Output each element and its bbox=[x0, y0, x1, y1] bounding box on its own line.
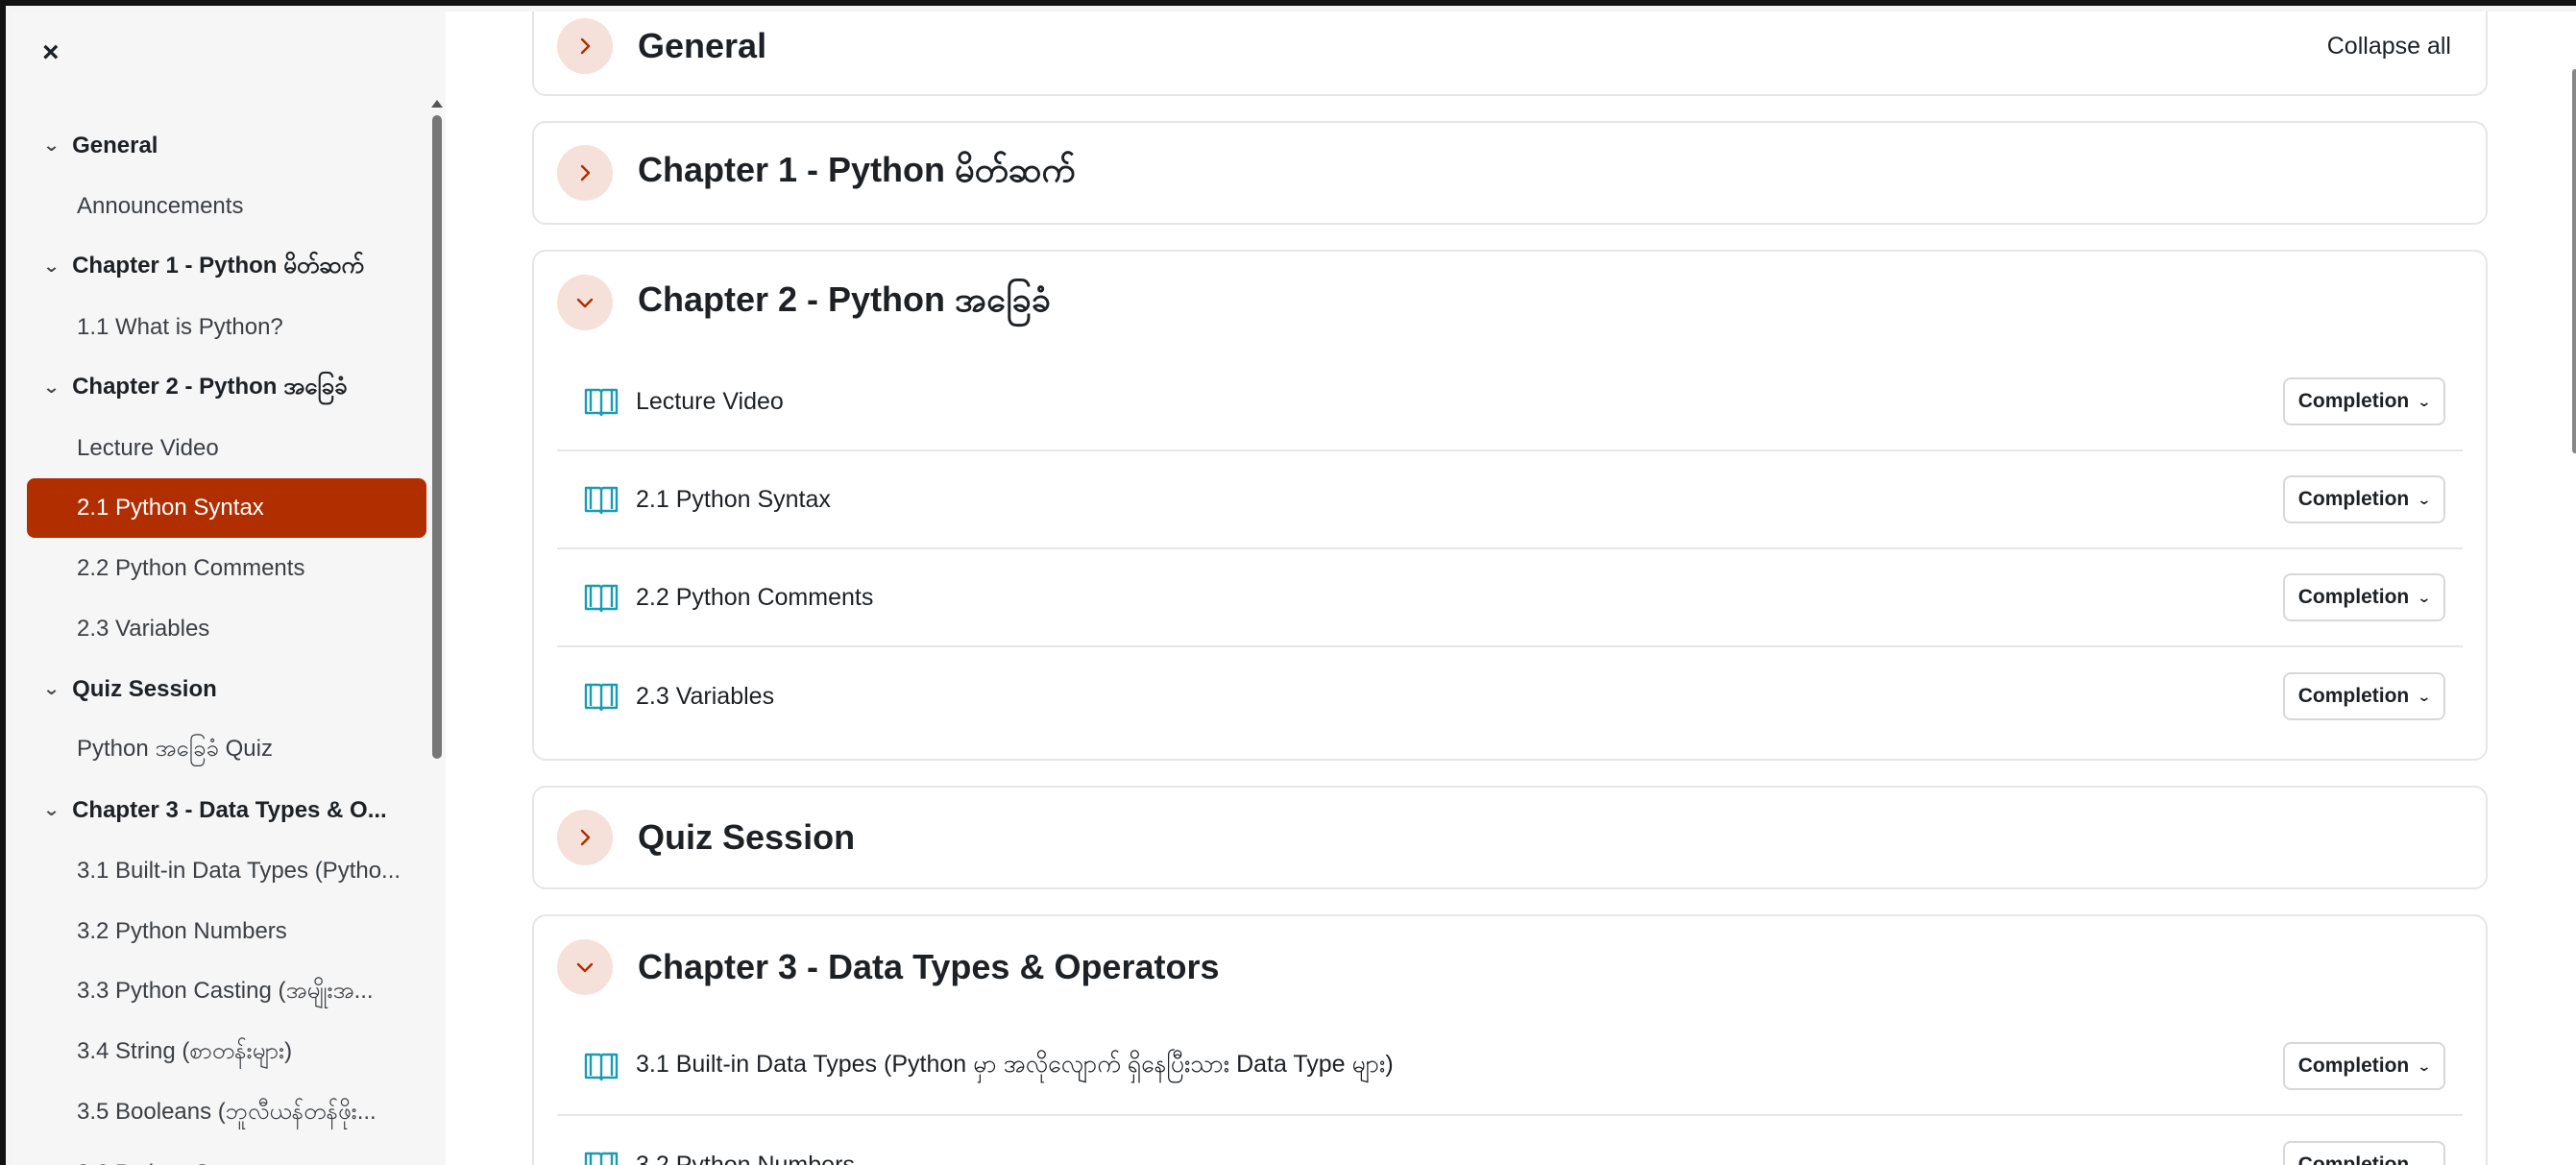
activity-link[interactable]: Lecture Video bbox=[636, 388, 784, 416]
chevron-right-icon[interactable] bbox=[557, 18, 613, 74]
sidebar-section-label: Quiz Session bbox=[72, 675, 217, 702]
book-icon bbox=[584, 584, 619, 613]
completion-dropdown[interactable]: Completion ⌄ bbox=[2282, 1141, 2445, 1165]
activity-link[interactable]: 2.1 Python Syntax bbox=[636, 486, 831, 514]
activity-link[interactable]: 2.2 Python Comments bbox=[636, 584, 873, 612]
sidebar-section[interactable]: ⌄ Chapter 1 - Python မိတ်ဆက် bbox=[27, 236, 426, 297]
chevron-right-icon[interactable] bbox=[557, 145, 613, 201]
activity-row: 2.2 Python Comments Completion ⌄ bbox=[557, 549, 2463, 647]
chevron-down-icon: ⌄ bbox=[2417, 1156, 2432, 1165]
collapse-all-link[interactable]: Collapse all bbox=[2327, 33, 2451, 61]
chevron-down-icon[interactable]: ⌄ bbox=[42, 135, 60, 156]
section-chapter-2: Chapter 2 - Python အခြေခံ Lecture Video … bbox=[532, 250, 2488, 761]
sidebar-item[interactable]: 2.1 Python Syntax bbox=[27, 478, 426, 538]
section-title[interactable]: Chapter 1 - Python မိတ်ဆက် bbox=[638, 147, 1076, 199]
sidebar-section[interactable]: ⌄ Quiz Session bbox=[27, 659, 426, 719]
sidebar-section-label: Chapter 1 - Python မိတ်ဆက် bbox=[72, 252, 364, 279]
chevron-down-icon: ⌄ bbox=[2417, 688, 2432, 704]
activity-link[interactable]: 3.1 Built-in Data Types (Python မှာ အလို… bbox=[636, 1049, 1394, 1084]
sidebar-section[interactable]: ⌄ Chapter 3 - Data Types & O... bbox=[27, 780, 426, 840]
chevron-right-icon[interactable] bbox=[557, 810, 613, 865]
book-icon bbox=[584, 683, 619, 712]
book-icon bbox=[584, 388, 619, 417]
activity-row: Lecture Video Completion ⌄ bbox=[557, 353, 2463, 451]
completion-dropdown[interactable]: Completion ⌄ bbox=[2282, 475, 2445, 523]
section-title[interactable]: Chapter 2 - Python အခြေခံ bbox=[638, 277, 1051, 328]
chevron-down-icon: ⌄ bbox=[2417, 393, 2432, 409]
section-title[interactable]: General bbox=[638, 26, 766, 66]
completion-label: Completion bbox=[2297, 1055, 2410, 1077]
chevron-down-icon[interactable]: ⌄ bbox=[42, 377, 60, 398]
activity-row: 2.3 Variables Completion ⌄ bbox=[557, 647, 2463, 745]
section-chapter-3: Chapter 3 - Data Types & Operators 3.1 B… bbox=[532, 914, 2488, 1165]
book-icon bbox=[584, 486, 619, 515]
sidebar-item[interactable]: 3.2 Python Numbers bbox=[27, 901, 426, 961]
activity-row: 3.2 Python Numbers Completion ⌄ bbox=[557, 1116, 2463, 1165]
completion-dropdown[interactable]: Completion ⌄ bbox=[2282, 377, 2445, 425]
sidebar-section[interactable]: ⌄ Chapter 2 - Python အခြေခံ bbox=[27, 357, 426, 418]
completion-dropdown[interactable]: Completion ⌄ bbox=[2282, 672, 2445, 720]
sidebar-section[interactable]: ⌄ General bbox=[27, 115, 426, 176]
chevron-down-icon[interactable] bbox=[557, 275, 613, 330]
chevron-down-icon[interactable] bbox=[557, 939, 613, 995]
sidebar-item[interactable]: 3.3 Python Casting (အမျိုးအ... bbox=[27, 961, 426, 1022]
sidebar-item[interactable]: 1.1 What is Python? bbox=[27, 297, 426, 357]
sidebar-item[interactable]: 3.4 String (စာတန်းများ) bbox=[27, 1022, 426, 1082]
activity-row: 3.1 Built-in Data Types (Python မှာ အလို… bbox=[557, 1018, 2463, 1116]
sidebar-item[interactable]: Lecture Video bbox=[27, 418, 426, 478]
chevron-down-icon[interactable]: ⌄ bbox=[42, 256, 60, 277]
sidebar-scrollbar[interactable] bbox=[432, 115, 442, 759]
page-scrollbar[interactable] bbox=[2572, 69, 2576, 453]
section-header: Chapter 1 - Python မိတ်ဆက် bbox=[534, 123, 2486, 223]
sidebar-item[interactable]: Python အခြေခံ Quiz bbox=[27, 719, 426, 780]
sidebar-item[interactable]: 2.3 Variables bbox=[27, 598, 426, 659]
completion-dropdown[interactable]: Completion ⌄ bbox=[2282, 1042, 2445, 1090]
sidebar-item[interactable]: 3.6 Python Operators bbox=[27, 1143, 426, 1165]
sidebar-section-label: General bbox=[72, 132, 158, 158]
section-title[interactable]: Chapter 3 - Data Types & Operators bbox=[638, 947, 1220, 987]
section-general: General Collapse all bbox=[532, 12, 2488, 96]
chevron-down-icon[interactable]: ⌄ bbox=[42, 800, 60, 820]
app-frame: × ⌄ General Announcements ⌄ Chapter 1 - Pyth… bbox=[0, 0, 2576, 1165]
completion-label: Completion bbox=[2297, 1153, 2410, 1165]
sidebar-item[interactable]: 3.1 Built-in Data Types (Pytho... bbox=[27, 840, 426, 901]
section-chapter-1: Chapter 1 - Python မိတ်ဆက် bbox=[532, 121, 2488, 225]
completion-dropdown[interactable]: Completion ⌄ bbox=[2282, 573, 2445, 621]
book-icon bbox=[584, 1053, 619, 1081]
book-icon bbox=[584, 1152, 619, 1165]
course-index-drawer: × ⌄ General Announcements ⌄ Chapter 1 - Pyth… bbox=[12, 12, 446, 1165]
chevron-down-icon: ⌄ bbox=[2417, 491, 2432, 507]
chevron-down-icon: ⌄ bbox=[2417, 1057, 2432, 1074]
section-quiz-session: Quiz Session bbox=[532, 786, 2488, 889]
sidebar-section-label: Chapter 2 - Python အခြေခံ bbox=[72, 373, 348, 400]
activity-link[interactable]: 3.2 Python Numbers bbox=[636, 1152, 855, 1165]
course-index-nav: ⌄ General Announcements ⌄ Chapter 1 - Python… bbox=[27, 115, 426, 1165]
completion-label: Completion bbox=[2297, 685, 2410, 707]
chevron-down-icon: ⌄ bbox=[2417, 589, 2432, 605]
section-header: Quiz Session bbox=[534, 788, 2486, 887]
sidebar-item[interactable]: 3.5 Booleans (ဘူလီယန်တန်ဖိုး... bbox=[27, 1082, 426, 1143]
completion-label: Completion bbox=[2297, 390, 2410, 412]
section-title[interactable]: Quiz Session bbox=[638, 817, 855, 858]
chevron-down-icon[interactable]: ⌄ bbox=[42, 679, 60, 699]
completion-label: Completion bbox=[2297, 586, 2410, 608]
sidebar-item[interactable]: 2.2 Python Comments bbox=[27, 538, 426, 598]
activity-row: 2.1 Python Syntax Completion ⌄ bbox=[557, 451, 2463, 549]
scroll-up-icon[interactable] bbox=[431, 100, 443, 108]
sidebar-section-label: Chapter 3 - Data Types & O... bbox=[72, 796, 387, 823]
course-content: General Collapse all Chapter 1 - Python … bbox=[446, 12, 2576, 1165]
section-header: Chapter 3 - Data Types & Operators bbox=[534, 916, 2486, 1018]
section-header: General Collapse all bbox=[534, 12, 2486, 94]
section-header: Chapter 2 - Python အခြေခံ bbox=[534, 252, 2486, 353]
activity-link[interactable]: 2.3 Variables bbox=[636, 683, 774, 711]
sidebar-item[interactable]: Announcements bbox=[27, 176, 426, 236]
close-icon[interactable]: × bbox=[42, 36, 60, 69]
completion-label: Completion bbox=[2297, 488, 2410, 510]
